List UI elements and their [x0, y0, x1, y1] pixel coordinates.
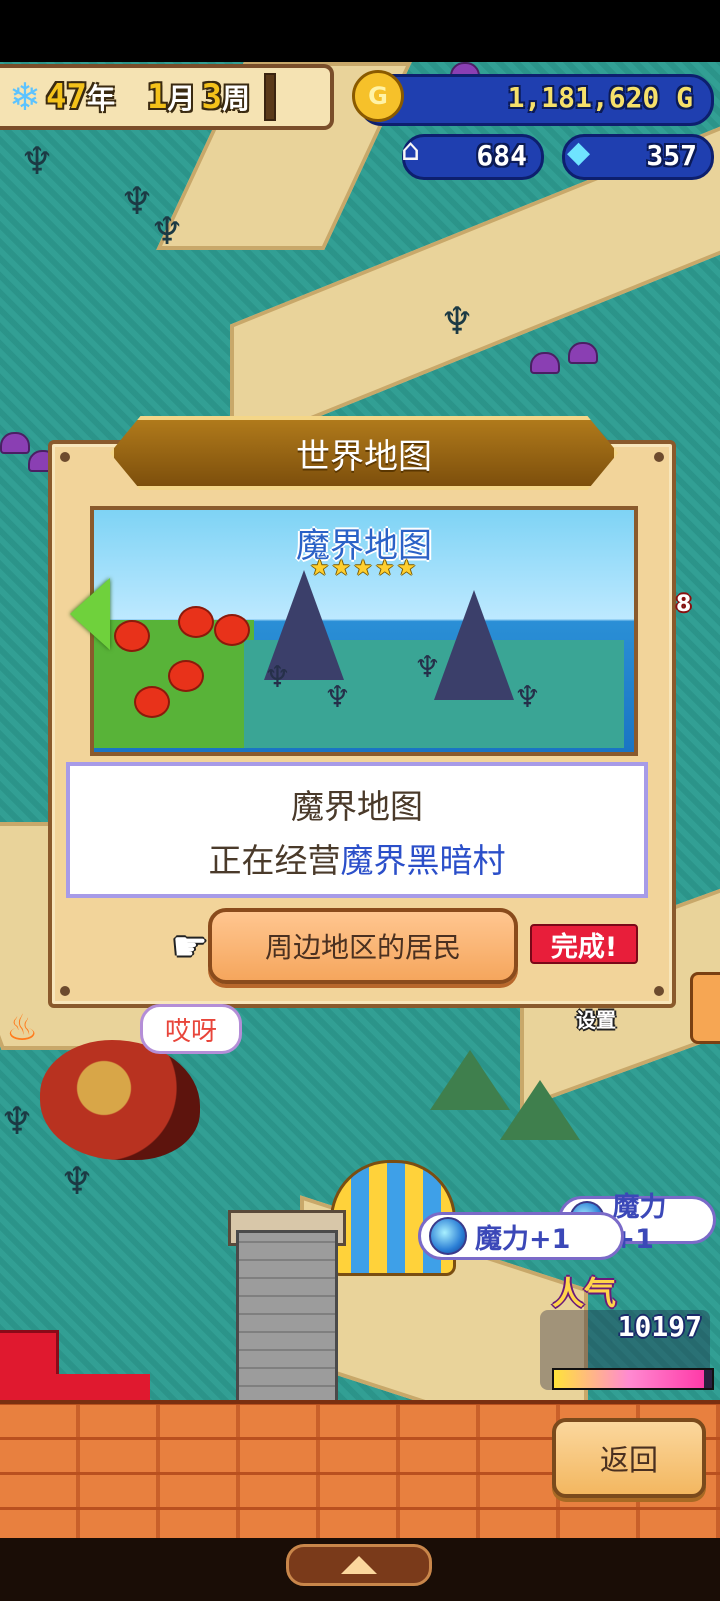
map-preview[interactable]: ♆ ♆ ♆ ♆ 魔界地图 ★★★★★ — [90, 506, 638, 756]
previous-map-arrow-icon[interactable] — [70, 578, 110, 650]
magic-plus-label: 魔力+1 — [475, 1223, 571, 1255]
date-panel: ❄ 47 年 1 月 3 周 — [0, 64, 334, 130]
map-mountain — [434, 590, 514, 700]
crystal-icon: ◆ — [567, 135, 591, 170]
nearby-residents-button[interactable]: 周边地区的居民 — [208, 908, 518, 984]
house-icon: ⌂ — [401, 133, 421, 168]
dead-tree-icon: ♆ — [0, 1099, 35, 1143]
mushroom — [530, 352, 560, 374]
popularity-bar-fill — [554, 1370, 705, 1388]
house-roof — [500, 1080, 580, 1140]
crystal-value: 357 — [646, 139, 697, 172]
complete-badge: 完成! — [530, 924, 638, 964]
magic-plus-bubble: 魔力+1 — [418, 1212, 624, 1260]
gold-panel: 1,181,620 G — [358, 74, 714, 126]
year-value: 47 — [46, 77, 87, 117]
settings-label[interactable]: 设置 — [576, 1004, 616, 1033]
snowflake-icon: ❄ — [9, 75, 41, 119]
info-managing-prefix: 正在经营 — [208, 841, 341, 880]
back-button[interactable]: 返回 — [552, 1418, 706, 1498]
map-rating-stars: ★★★★★ — [309, 556, 419, 581]
info-village-name: 魔界黑暗村 — [340, 841, 506, 880]
week-value: 3 — [201, 77, 222, 117]
year-unit: 年 — [86, 82, 115, 115]
dialog-title: 世界地图 — [296, 436, 432, 477]
date-progress-bar — [263, 73, 276, 121]
chevron-up-icon — [341, 1556, 377, 1574]
map-info-box: 魔界地图 正在经营魔界黑暗村 — [66, 762, 648, 898]
gold-coin-icon: G — [352, 70, 404, 122]
popularity-value: 10197 — [617, 1310, 702, 1343]
population-value: 684 — [476, 139, 527, 172]
dead-tree-icon: ♆ — [120, 179, 155, 223]
mushroom — [0, 432, 30, 454]
dead-tree-icon: ♆ — [20, 139, 55, 183]
popularity-label: 人气 — [552, 1274, 617, 1312]
side-counter: 8 — [676, 592, 692, 617]
month-unit: 月 — [167, 82, 196, 115]
popularity-bar — [552, 1368, 714, 1390]
magic-orb-icon — [429, 1217, 467, 1255]
flame-icon: ♨ — [6, 1008, 39, 1049]
dialog-title-bar: 世界地图 — [110, 416, 618, 490]
mushroom — [568, 342, 598, 364]
expand-menu-button[interactable] — [286, 1544, 432, 1586]
month-value: 1 — [146, 77, 168, 117]
dead-tree-icon: ♆ — [440, 299, 475, 343]
crystal-panel: ◆ 357 — [562, 134, 714, 180]
info-managing-line: 正在经营魔界黑暗村 — [70, 834, 644, 882]
speech-bubble: 哎呀 — [140, 1004, 242, 1054]
magic-plus-label: 魔力+1 — [612, 1192, 667, 1255]
stone-tower[interactable] — [236, 1230, 338, 1406]
side-expand-button[interactable] — [690, 972, 720, 1044]
status-bar — [0, 0, 720, 62]
pointing-hand-icon: ☛ — [172, 924, 208, 970]
game-screen: ♆ ♆ ♆ ♆ ♆ ♆ ❄ 47 年 1 月 3 周 1,181,620 G G… — [0, 0, 720, 1601]
house-roof — [430, 1050, 510, 1110]
dead-tree-icon: ♆ — [60, 1159, 95, 1203]
population-panel: ⌂ 684 — [401, 133, 544, 180]
gold-value: 1,181,620 G — [507, 81, 693, 114]
dead-tree-icon: ♆ — [150, 209, 185, 253]
info-map-name: 魔界地图 — [291, 787, 423, 826]
week-unit: 周 — [221, 82, 250, 115]
red-menu-strip[interactable] — [0, 1374, 150, 1400]
